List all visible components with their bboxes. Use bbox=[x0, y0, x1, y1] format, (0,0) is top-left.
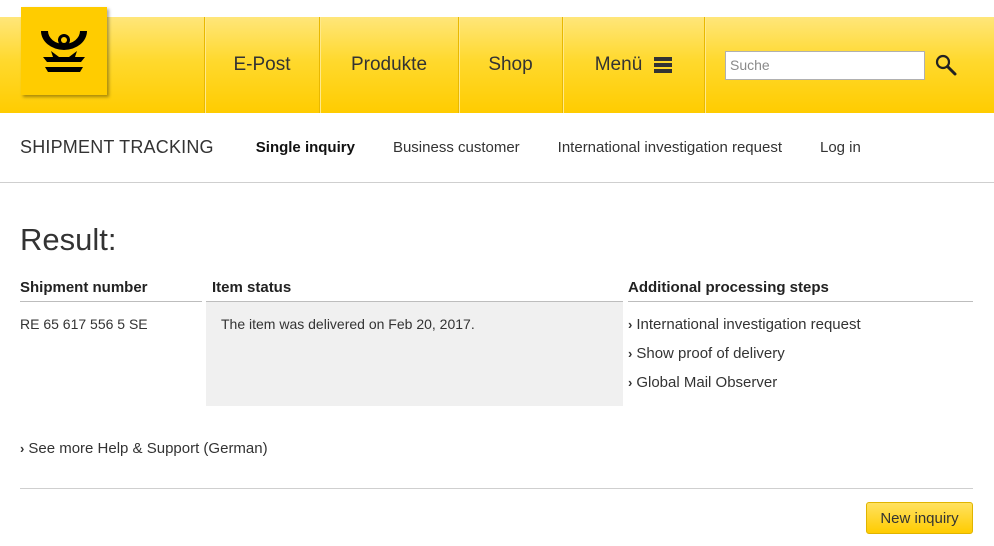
link-global-mail-observer[interactable]: › Global Mail Observer bbox=[628, 374, 861, 391]
item-status-box: The item was delivered on Feb 20, 2017. bbox=[206, 302, 623, 406]
link-proof-of-delivery[interactable]: › Show proof of delivery bbox=[628, 345, 861, 362]
posthorn-logo-icon bbox=[41, 31, 87, 72]
chevron-right-icon: › bbox=[20, 441, 25, 456]
divider bbox=[20, 488, 973, 489]
item-status-text: The item was delivered on Feb 20, 2017. bbox=[221, 316, 475, 332]
deutsche-post-logo[interactable] bbox=[21, 7, 107, 95]
shipment-number: RE 65 617 556 5 SE bbox=[20, 316, 148, 332]
help-link-label: See more Help & Support (German) bbox=[28, 440, 268, 457]
step-label: Global Mail Observer bbox=[636, 374, 778, 391]
tracking-subnav: SHIPMENT TRACKING Single inquiry Busines… bbox=[0, 113, 994, 183]
search-area bbox=[704, 17, 994, 113]
new-inquiry-button[interactable]: New inquiry bbox=[866, 502, 973, 534]
tab-log-in[interactable]: Log in bbox=[820, 139, 861, 156]
nav-menu-label: Menü bbox=[594, 54, 643, 75]
nav-menu[interactable]: Menü bbox=[562, 17, 704, 113]
tab-single-inquiry[interactable]: Single inquiry bbox=[256, 139, 355, 156]
main-nav: E-Post Produkte Shop Menü bbox=[204, 17, 994, 113]
page-title: Result: bbox=[20, 222, 117, 257]
nav-epost[interactable]: E-Post bbox=[204, 17, 319, 113]
chevron-right-icon: › bbox=[628, 375, 633, 390]
section-title: SHIPMENT TRACKING bbox=[20, 137, 214, 157]
column-header-item-status: Item status bbox=[206, 279, 623, 302]
tab-international-investigation[interactable]: International investigation request bbox=[558, 139, 782, 156]
step-label: Show proof of delivery bbox=[636, 345, 785, 362]
nav-produkte[interactable]: Produkte bbox=[319, 17, 458, 113]
chevron-right-icon: › bbox=[628, 346, 633, 361]
chevron-right-icon: › bbox=[628, 317, 633, 332]
search-icon[interactable] bbox=[935, 54, 957, 76]
processing-steps-list: › International investigation request › … bbox=[628, 316, 861, 403]
column-header-processing-steps: Additional processing steps bbox=[628, 279, 973, 302]
tab-business-customer[interactable]: Business customer bbox=[393, 139, 520, 156]
hamburger-menu-icon bbox=[654, 57, 673, 73]
step-label: International investigation request bbox=[636, 316, 861, 333]
column-header-shipment-number: Shipment number bbox=[20, 279, 202, 302]
search-input[interactable] bbox=[725, 50, 925, 80]
nav-shop[interactable]: Shop bbox=[458, 17, 562, 113]
help-support-link[interactable]: › See more Help & Support (German) bbox=[20, 440, 268, 457]
link-international-investigation[interactable]: › International investigation request bbox=[628, 316, 861, 333]
